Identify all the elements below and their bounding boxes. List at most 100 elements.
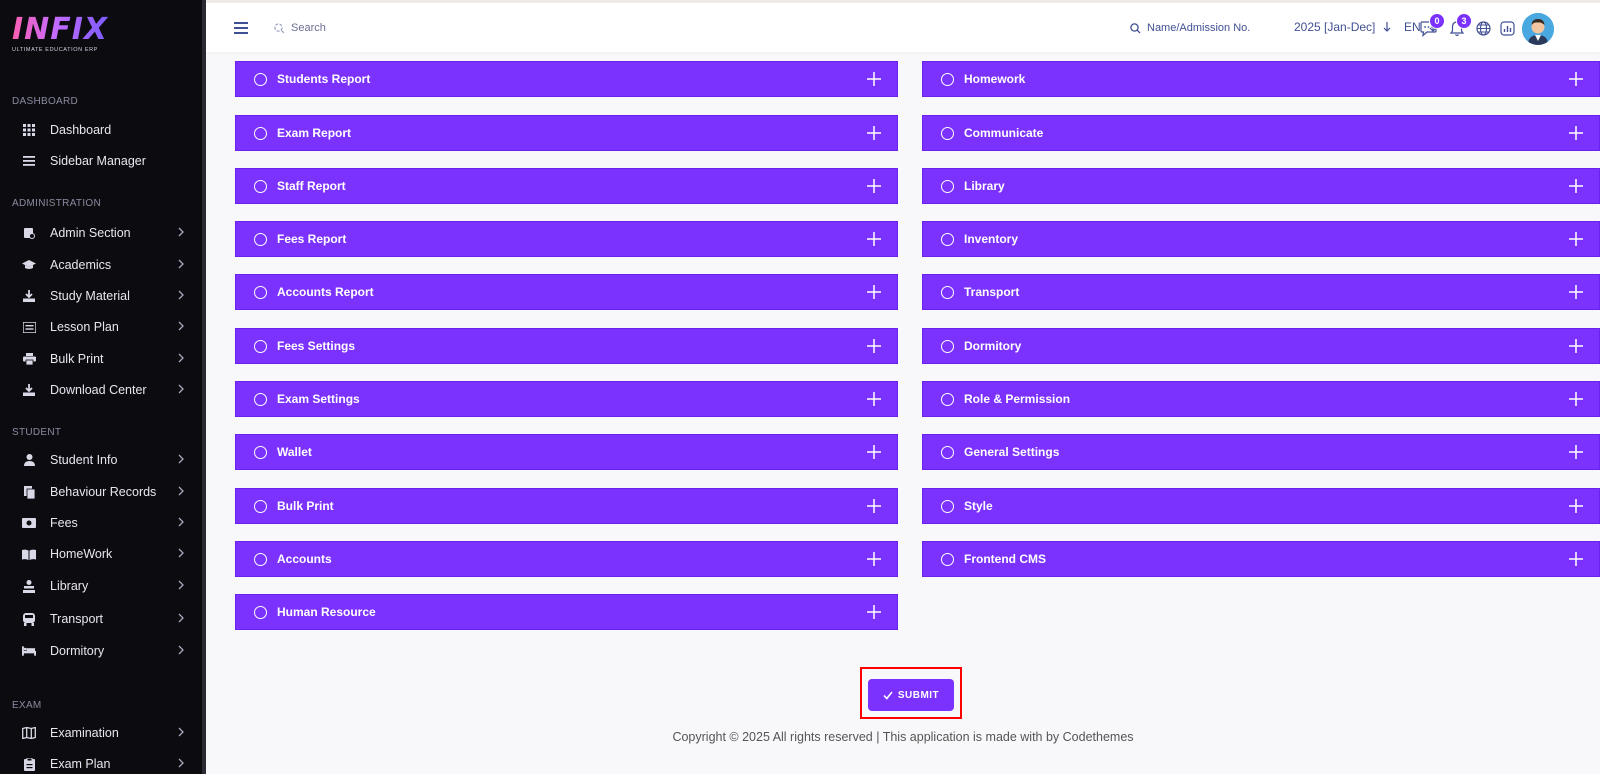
- user-avatar[interactable]: [1522, 13, 1554, 45]
- module-wallet[interactable]: Wallet: [235, 434, 898, 470]
- radio-circle[interactable]: [254, 605, 267, 619]
- module-exam-report[interactable]: Exam Report: [235, 115, 898, 151]
- plus-icon[interactable]: [1569, 499, 1583, 513]
- sidebar-item-admin-section[interactable]: Admin Section: [0, 219, 202, 247]
- module-role-permission[interactable]: Role & Permission: [922, 381, 1600, 417]
- module-fees-settings[interactable]: Fees Settings: [235, 328, 898, 364]
- plus-icon[interactable]: [867, 179, 881, 193]
- module-bulk-print[interactable]: Bulk Print: [235, 488, 898, 524]
- website-button[interactable]: [1476, 21, 1491, 41]
- module-exam-settings[interactable]: Exam Settings: [235, 381, 898, 417]
- plus-icon[interactable]: [867, 445, 881, 459]
- plus-icon[interactable]: [867, 499, 881, 513]
- module-frontend-cms[interactable]: Frontend CMS: [922, 541, 1600, 577]
- module-human-resource[interactable]: Human Resource: [235, 594, 898, 630]
- sidebar-item-academics[interactable]: Academics: [0, 251, 202, 279]
- brand-logo[interactable]: INFIX ULTIMATE EDUCATION ERP: [12, 14, 108, 54]
- admin-icon: [22, 226, 36, 240]
- notifications-count-badge: 3: [1456, 13, 1472, 29]
- radio-circle[interactable]: [254, 392, 267, 406]
- menu-toggle-icon[interactable]: [234, 21, 248, 39]
- plus-icon[interactable]: [867, 285, 881, 299]
- module-transport[interactable]: Transport: [922, 274, 1600, 310]
- module-students-report[interactable]: Students Report: [235, 61, 898, 97]
- radio-circle[interactable]: [254, 232, 267, 246]
- sidebar-item-lesson-plan[interactable]: Lesson Plan: [0, 313, 202, 341]
- module-style[interactable]: Style: [922, 488, 1600, 524]
- plus-icon[interactable]: [1569, 339, 1583, 353]
- module-dormitory[interactable]: Dormitory: [922, 328, 1600, 364]
- plus-icon[interactable]: [1569, 72, 1583, 86]
- module-inventory[interactable]: Inventory: [922, 221, 1600, 257]
- sidebar-item-study-material[interactable]: Study Material: [0, 282, 202, 310]
- radio-circle[interactable]: [941, 126, 954, 140]
- radio-circle[interactable]: [254, 552, 267, 566]
- sidebar-item-transport[interactable]: Transport: [0, 605, 202, 633]
- module-accounts-report[interactable]: Accounts Report: [235, 274, 898, 310]
- module-communicate[interactable]: Communicate: [922, 115, 1600, 151]
- plus-icon[interactable]: [867, 126, 881, 140]
- radio-circle[interactable]: [254, 285, 267, 299]
- radio-circle[interactable]: [941, 339, 954, 353]
- module-homework[interactable]: Homework: [922, 61, 1600, 97]
- plus-icon[interactable]: [867, 552, 881, 566]
- admission-search-input[interactable]: [1147, 22, 1267, 34]
- sidebar-item-library[interactable]: Library: [0, 572, 202, 600]
- module-fees-report[interactable]: Fees Report: [235, 221, 898, 257]
- module-label: Frontend CMS: [964, 552, 1046, 566]
- messages-button[interactable]: 0: [1420, 13, 1445, 42]
- plus-icon[interactable]: [1569, 392, 1583, 406]
- plus-icon[interactable]: [1569, 126, 1583, 140]
- academic-year-select[interactable]: 2025 [Jan-Dec]: [1294, 20, 1391, 34]
- plus-icon[interactable]: [1569, 445, 1583, 459]
- plus-icon[interactable]: [1569, 552, 1583, 566]
- sidebar-item-label: Admin Section: [50, 226, 131, 240]
- radio-circle[interactable]: [254, 499, 267, 513]
- sidebar-item-exam-plan[interactable]: Exam Plan: [0, 750, 202, 774]
- submit-button[interactable]: SUBMIT: [868, 679, 954, 711]
- plus-icon[interactable]: [867, 72, 881, 86]
- module-staff-report[interactable]: Staff Report: [235, 168, 898, 204]
- module-accounts[interactable]: Accounts: [235, 541, 898, 577]
- file-icon: [22, 485, 36, 499]
- plus-icon[interactable]: [867, 232, 881, 246]
- radio-circle[interactable]: [254, 126, 267, 140]
- notifications-button[interactable]: 3: [1449, 13, 1472, 42]
- radio-circle[interactable]: [941, 179, 954, 193]
- radio-circle[interactable]: [941, 232, 954, 246]
- plus-icon[interactable]: [1569, 285, 1583, 299]
- plus-icon[interactable]: [1569, 179, 1583, 193]
- module-label: Homework: [964, 72, 1026, 86]
- sidebar-item-label: Behaviour Records: [50, 485, 157, 499]
- radio-circle[interactable]: [941, 285, 954, 299]
- sidebar-item-bulk-print[interactable]: Bulk Print: [0, 345, 202, 373]
- sidebar-item-student-info[interactable]: Student Info: [0, 446, 202, 474]
- plus-icon[interactable]: [867, 605, 881, 619]
- module-general-settings[interactable]: General Settings: [922, 434, 1600, 470]
- reports-button[interactable]: [1500, 21, 1515, 41]
- radio-circle[interactable]: [941, 499, 954, 513]
- sidebar-item-homework[interactable]: HomeWork: [0, 540, 202, 568]
- sidebar-item-dormitory[interactable]: Dormitory: [0, 637, 202, 665]
- module-library[interactable]: Library: [922, 168, 1600, 204]
- sidebar-item-sidebar-manager[interactable]: Sidebar Manager: [0, 147, 202, 175]
- plus-icon[interactable]: [1569, 232, 1583, 246]
- search-input[interactable]: [291, 22, 451, 34]
- radio-circle[interactable]: [941, 392, 954, 406]
- radio-circle[interactable]: [941, 72, 954, 86]
- sidebar-item-label: Lesson Plan: [50, 320, 119, 334]
- module-label: Role & Permission: [964, 392, 1071, 406]
- sidebar-item-behaviour-records[interactable]: Behaviour Records: [0, 478, 202, 506]
- radio-circle[interactable]: [941, 445, 954, 459]
- sidebar-item-download-center[interactable]: Download Center: [0, 376, 202, 404]
- radio-circle[interactable]: [254, 339, 267, 353]
- sidebar-item-dashboard[interactable]: Dashboard: [0, 116, 202, 144]
- radio-circle[interactable]: [254, 72, 267, 86]
- radio-circle[interactable]: [254, 179, 267, 193]
- radio-circle[interactable]: [941, 552, 954, 566]
- sidebar-item-examination[interactable]: Examination: [0, 719, 202, 747]
- radio-circle[interactable]: [254, 445, 267, 459]
- sidebar-item-fees[interactable]: Fees: [0, 509, 202, 537]
- plus-icon[interactable]: [867, 339, 881, 353]
- plus-icon[interactable]: [867, 392, 881, 406]
